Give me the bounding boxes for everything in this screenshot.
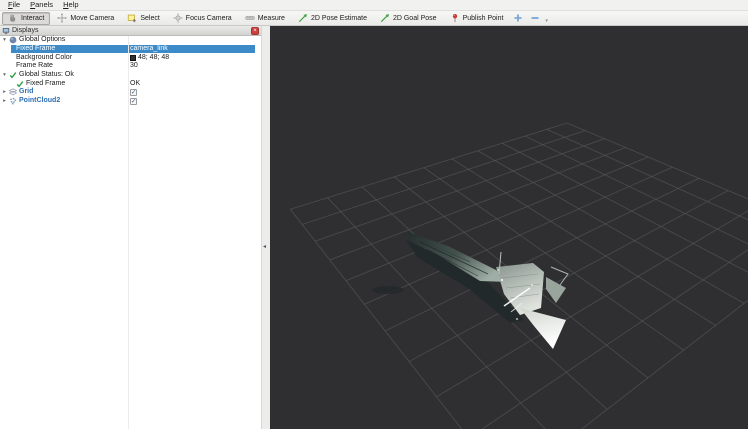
minus-icon	[530, 13, 540, 23]
pin-icon	[450, 13, 460, 23]
property-value[interactable]: camera_link	[130, 45, 168, 53]
remove-tool-button[interactable]	[527, 12, 543, 25]
visibility-checkbox[interactable]: ✓	[130, 98, 137, 105]
tool-label: Focus Camera	[186, 15, 232, 22]
property-value[interactable]: OK	[130, 80, 140, 88]
main-area: Displays × ▾ Global Options Fixed Frame …	[0, 26, 748, 429]
tool-label: Move Camera	[70, 15, 114, 22]
green-arrow-icon	[380, 13, 390, 23]
tool-interact[interactable]: Interact	[2, 12, 50, 25]
expander-icon[interactable]: ▸	[0, 88, 9, 96]
visibility-checkbox[interactable]: ✓	[130, 89, 137, 96]
displays-panel: Displays × ▾ Global Options Fixed Frame …	[0, 26, 262, 429]
toolbar-overflow-icon[interactable]: ▾	[545, 18, 548, 25]
green-arrow-icon	[298, 13, 308, 23]
property-value[interactable]: 48; 48; 48	[138, 54, 169, 62]
property-name: PointCloud2	[19, 97, 60, 105]
color-swatch	[130, 55, 136, 61]
plus-icon	[513, 13, 523, 23]
pointcloud-render	[372, 232, 568, 349]
tool-select[interactable]: Select	[121, 12, 165, 25]
menu-bar: FilePanelsHelp	[0, 0, 748, 11]
splitter-collapse-icon[interactable]: ◂	[263, 244, 266, 250]
menu-file[interactable]: File	[3, 0, 25, 10]
property-name: Fixed Frame	[26, 80, 65, 88]
menu-panels[interactable]: Panels	[25, 0, 58, 10]
tool-measure[interactable]: Measure	[239, 12, 291, 25]
displays-panel-icon	[2, 27, 10, 35]
expander-icon[interactable]: ▸	[0, 97, 9, 105]
expander-icon[interactable]: ▾	[0, 71, 9, 79]
3d-viewport[interactable]	[270, 26, 748, 429]
tool-2d-goal-pose[interactable]: 2D Goal Pose	[374, 12, 443, 25]
toolbar: Interact Move Camera Select Focus Camera…	[0, 11, 748, 26]
property-value[interactable]: 30	[130, 62, 138, 70]
property-name: Global Status: Ok	[19, 71, 74, 79]
tool-move-camera[interactable]: Move Camera	[51, 12, 120, 25]
tool-publish-point[interactable]: Publish Point	[444, 12, 510, 25]
property-name: Frame Rate	[16, 62, 53, 70]
move-icon	[57, 13, 67, 23]
property-name: Background Color	[16, 54, 72, 62]
3d-scene	[270, 26, 748, 429]
tool-label: 2D Pose Estimate	[311, 15, 367, 22]
tool-2d-pose-estimate[interactable]: 2D Pose Estimate	[292, 12, 373, 25]
check-icon	[16, 80, 24, 88]
expander-icon[interactable]: ▾	[0, 36, 9, 44]
globe-icon	[9, 36, 17, 44]
tool-label: Measure	[258, 15, 285, 22]
check-icon	[9, 71, 17, 79]
tool-label: Interact	[21, 15, 44, 22]
property-name: Fixed Frame	[16, 45, 55, 53]
panel-splitter[interactable]: ◂	[262, 26, 270, 429]
displays-tree: ▾ Global Options Fixed Frame camera_link…	[0, 36, 261, 106]
tool-label: 2D Goal Pose	[393, 15, 437, 22]
measure-icon	[245, 13, 255, 23]
select-icon	[127, 13, 137, 23]
property-name: Grid	[19, 88, 33, 96]
tool-label: Select	[140, 15, 159, 22]
property-column-divider[interactable]	[128, 36, 129, 429]
tool-label: Publish Point	[463, 15, 504, 22]
focus-icon	[173, 13, 183, 23]
grid-icon	[9, 88, 17, 96]
panel-close-button[interactable]: ×	[251, 27, 259, 35]
displays-panel-header[interactable]: Displays ×	[0, 26, 261, 36]
add-tool-button[interactable]	[510, 12, 526, 25]
tool-focus-camera[interactable]: Focus Camera	[167, 12, 238, 25]
panel-title: Displays	[12, 26, 249, 36]
menu-help[interactable]: Help	[58, 0, 83, 10]
hand-icon	[8, 13, 18, 23]
cloud-icon	[9, 97, 17, 105]
property-name: Global Options	[19, 36, 65, 44]
